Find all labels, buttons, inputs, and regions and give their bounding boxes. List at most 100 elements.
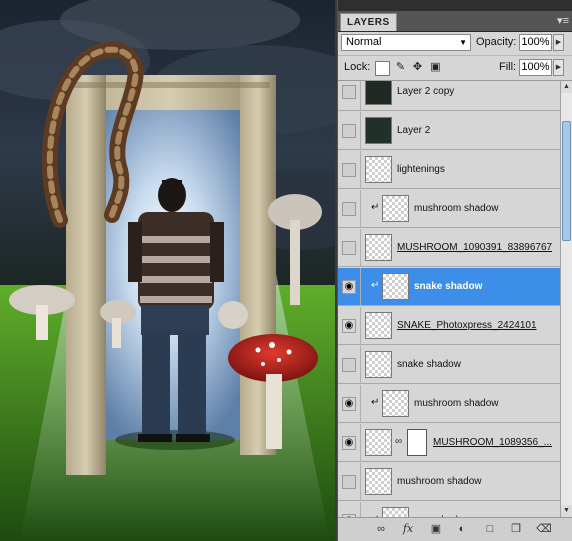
lock-transparent-pixels-icon[interactable]: [375, 61, 390, 76]
layer-thumbnail[interactable]: [365, 81, 392, 105]
new-layer-icon[interactable]: ❐: [508, 522, 524, 536]
link-layers-icon[interactable]: ∞: [373, 522, 389, 536]
layer-name[interactable]: mushroom shadow: [414, 385, 498, 423]
tab-layers[interactable]: LAYERS: [340, 13, 397, 31]
layer-row[interactable]: ◉ SNAKE_Photoxpress_2424101: [338, 307, 560, 345]
layer-row[interactable]: ◉ ↵ mushroom shadow: [338, 385, 560, 423]
add-mask-icon[interactable]: ▣: [428, 522, 444, 536]
layer-name[interactable]: snake shadow: [397, 346, 461, 384]
panel-title-bar[interactable]: [338, 0, 572, 11]
visibility-eye-icon[interactable]: ◉: [342, 436, 356, 450]
visibility-eye-icon[interactable]: [342, 163, 356, 177]
column-divider: [360, 268, 361, 306]
lock-image-pixels-icon[interactable]: ✎: [394, 61, 407, 74]
layers-panel: LAYERS ▾≡ Normal ▼ Opacity: 100% ▶ Lock:…: [337, 0, 572, 541]
column-divider: [360, 151, 361, 189]
blend-mode-value: Normal: [346, 36, 382, 48]
layer-row[interactable]: Layer 2 copy: [338, 81, 560, 111]
document-canvas[interactable]: [0, 0, 337, 541]
clipping-mask-icon: ↵: [371, 280, 380, 291]
visibility-eye-icon[interactable]: ◉: [342, 280, 356, 294]
chevron-down-icon: ▼: [459, 38, 467, 47]
visibility-eye-icon[interactable]: [342, 85, 356, 99]
new-group-icon[interactable]: □: [482, 522, 498, 536]
visibility-eye-icon[interactable]: [342, 475, 356, 489]
layer-name[interactable]: mushroom shadow: [397, 463, 481, 501]
visibility-eye-icon[interactable]: ◉: [342, 397, 356, 411]
visibility-eye-icon[interactable]: [342, 202, 356, 216]
opacity-input[interactable]: 100%: [519, 34, 552, 51]
layer-row[interactable]: ◉ ∞ MUSHROOM_1089356_...: [338, 424, 560, 462]
layer-mask-thumbnail[interactable]: [407, 429, 427, 456]
layer-thumbnail[interactable]: [365, 429, 392, 456]
layer-row[interactable]: ↵ mushroom shadow: [338, 190, 560, 228]
scroll-down-icon[interactable]: ▼: [561, 505, 572, 517]
layer-thumbnail[interactable]: [365, 312, 392, 339]
column-divider: [360, 190, 361, 228]
fill-label: Fill:: [499, 61, 517, 73]
layer-thumbnail[interactable]: [365, 468, 392, 495]
layer-row[interactable]: ◉↵man shadow: [338, 502, 560, 517]
lock-row: Lock: ✎ ✥ ▣ Fill: 100% ▶: [338, 56, 572, 81]
column-divider: [360, 502, 361, 517]
panel-tab-row: LAYERS ▾≡: [338, 11, 572, 32]
clipping-mask-icon: ↵: [371, 202, 380, 213]
layer-name[interactable]: MUSHROOM_1090391_83896767: [397, 229, 552, 267]
layer-list-scrollbar[interactable]: ▲ ▼: [560, 81, 572, 517]
visibility-eye-icon[interactable]: [342, 124, 356, 138]
column-divider: [360, 424, 361, 462]
panel-footer: ∞ fx ▣ ◐ □ ❐ ⌫: [338, 517, 572, 541]
column-divider: [360, 346, 361, 384]
layer-thumbnail[interactable]: [365, 234, 392, 261]
visibility-eye-icon[interactable]: [342, 358, 356, 372]
fill-slider-toggle[interactable]: ▶: [553, 59, 564, 76]
layer-thumbnail[interactable]: [382, 507, 409, 517]
layer-row[interactable]: MUSHROOM_1090391_83896767: [338, 229, 560, 267]
column-divider: [360, 385, 361, 423]
layer-row[interactable]: Layer 2: [338, 112, 560, 150]
layer-list: Layer 2 copy Layer 2 lightenings ↵ mushroom …: [338, 81, 560, 517]
scroll-up-icon[interactable]: ▲: [561, 81, 572, 93]
layer-thumbnail[interactable]: [382, 195, 409, 222]
adjustment-layer-icon[interactable]: ◐: [454, 522, 470, 536]
artwork-image: [0, 0, 337, 541]
column-divider: [360, 463, 361, 501]
lock-all-icon[interactable]: ▣: [429, 61, 442, 74]
visibility-eye-icon[interactable]: ◉: [342, 319, 356, 333]
opacity-slider-toggle[interactable]: ▶: [553, 34, 564, 51]
layer-name[interactable]: snake shadow: [414, 268, 482, 306]
layer-thumbnail[interactable]: [365, 351, 392, 378]
layer-thumbnail[interactable]: [382, 273, 409, 300]
layer-name[interactable]: MUSHROOM_1089356_...: [433, 424, 552, 462]
blend-options-row: Normal ▼ Opacity: 100% ▶: [338, 31, 572, 56]
mask-link-icon[interactable]: ∞: [395, 436, 402, 447]
layer-name[interactable]: Layer 2: [397, 112, 430, 150]
layer-thumbnail[interactable]: [382, 390, 409, 417]
layer-name[interactable]: SNAKE_Photoxpress_2424101: [397, 307, 537, 345]
layer-thumbnail[interactable]: [365, 117, 392, 144]
layer-style-fx-icon[interactable]: fx: [400, 522, 416, 536]
column-divider: [360, 307, 361, 345]
lock-label: Lock:: [344, 61, 371, 73]
layer-name[interactable]: lightenings: [397, 151, 445, 189]
layer-row[interactable]: mushroom shadow: [338, 463, 560, 501]
layer-name[interactable]: Layer 2 copy: [397, 81, 454, 111]
layer-thumbnail[interactable]: [365, 156, 392, 183]
layer-name[interactable]: mushroom shadow: [414, 190, 498, 228]
panel-menu-icon[interactable]: ▾≡: [557, 13, 569, 29]
fill-input[interactable]: 100%: [519, 59, 552, 76]
lock-position-icon[interactable]: ✥: [411, 61, 424, 74]
visibility-eye-icon[interactable]: [342, 241, 356, 255]
layer-row[interactable]: snake shadow: [338, 346, 560, 384]
column-divider: [360, 112, 361, 150]
layer-name[interactable]: man shadow: [414, 502, 471, 517]
column-divider: [360, 229, 361, 267]
clipping-mask-icon: ↵: [371, 397, 380, 408]
delete-layer-icon[interactable]: ⌫: [536, 522, 552, 536]
layer-row[interactable]: ◉ ↵ snake shadow: [338, 268, 560, 306]
layer-row[interactable]: lightenings: [338, 151, 560, 189]
scrollbar-thumb[interactable]: [562, 121, 571, 241]
column-divider: [360, 81, 361, 111]
opacity-label: Opacity:: [476, 36, 517, 48]
blend-mode-select[interactable]: Normal ▼: [341, 34, 471, 51]
